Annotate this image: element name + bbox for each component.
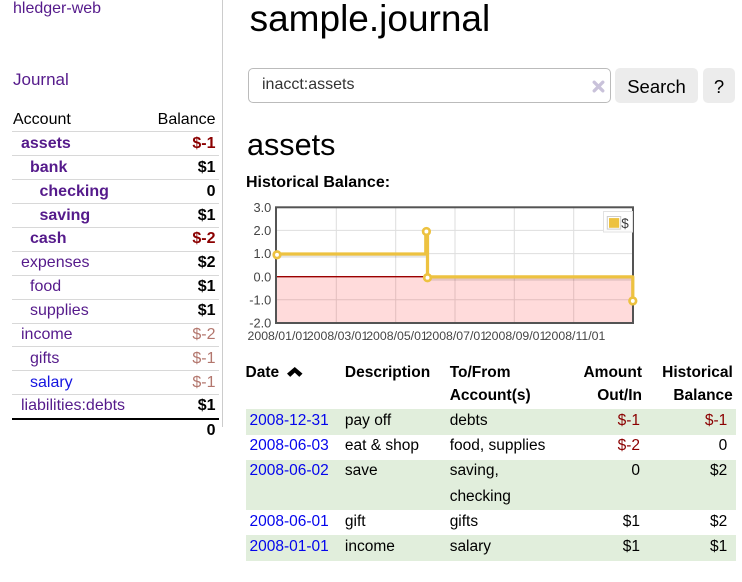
svg-text:1.0: 1.0: [254, 246, 272, 261]
svg-text:2.0: 2.0: [254, 223, 272, 238]
svg-text:2008/11/01: 2008/11/01: [545, 329, 606, 343]
svg-text:2008/03/01: 2008/03/01: [307, 329, 369, 343]
svg-text:2008/09/01: 2008/09/01: [485, 329, 547, 343]
svg-text:$: $: [621, 216, 629, 231]
svg-text:3.0: 3.0: [254, 200, 272, 215]
svg-text:-1.0: -1.0: [249, 292, 271, 307]
svg-text:2008/05/01: 2008/05/01: [366, 329, 428, 343]
svg-text:2008/01/01: 2008/01/01: [248, 329, 310, 343]
svg-text:2008/07/01: 2008/07/01: [426, 329, 488, 343]
svg-text:0.0: 0.0: [254, 269, 272, 284]
